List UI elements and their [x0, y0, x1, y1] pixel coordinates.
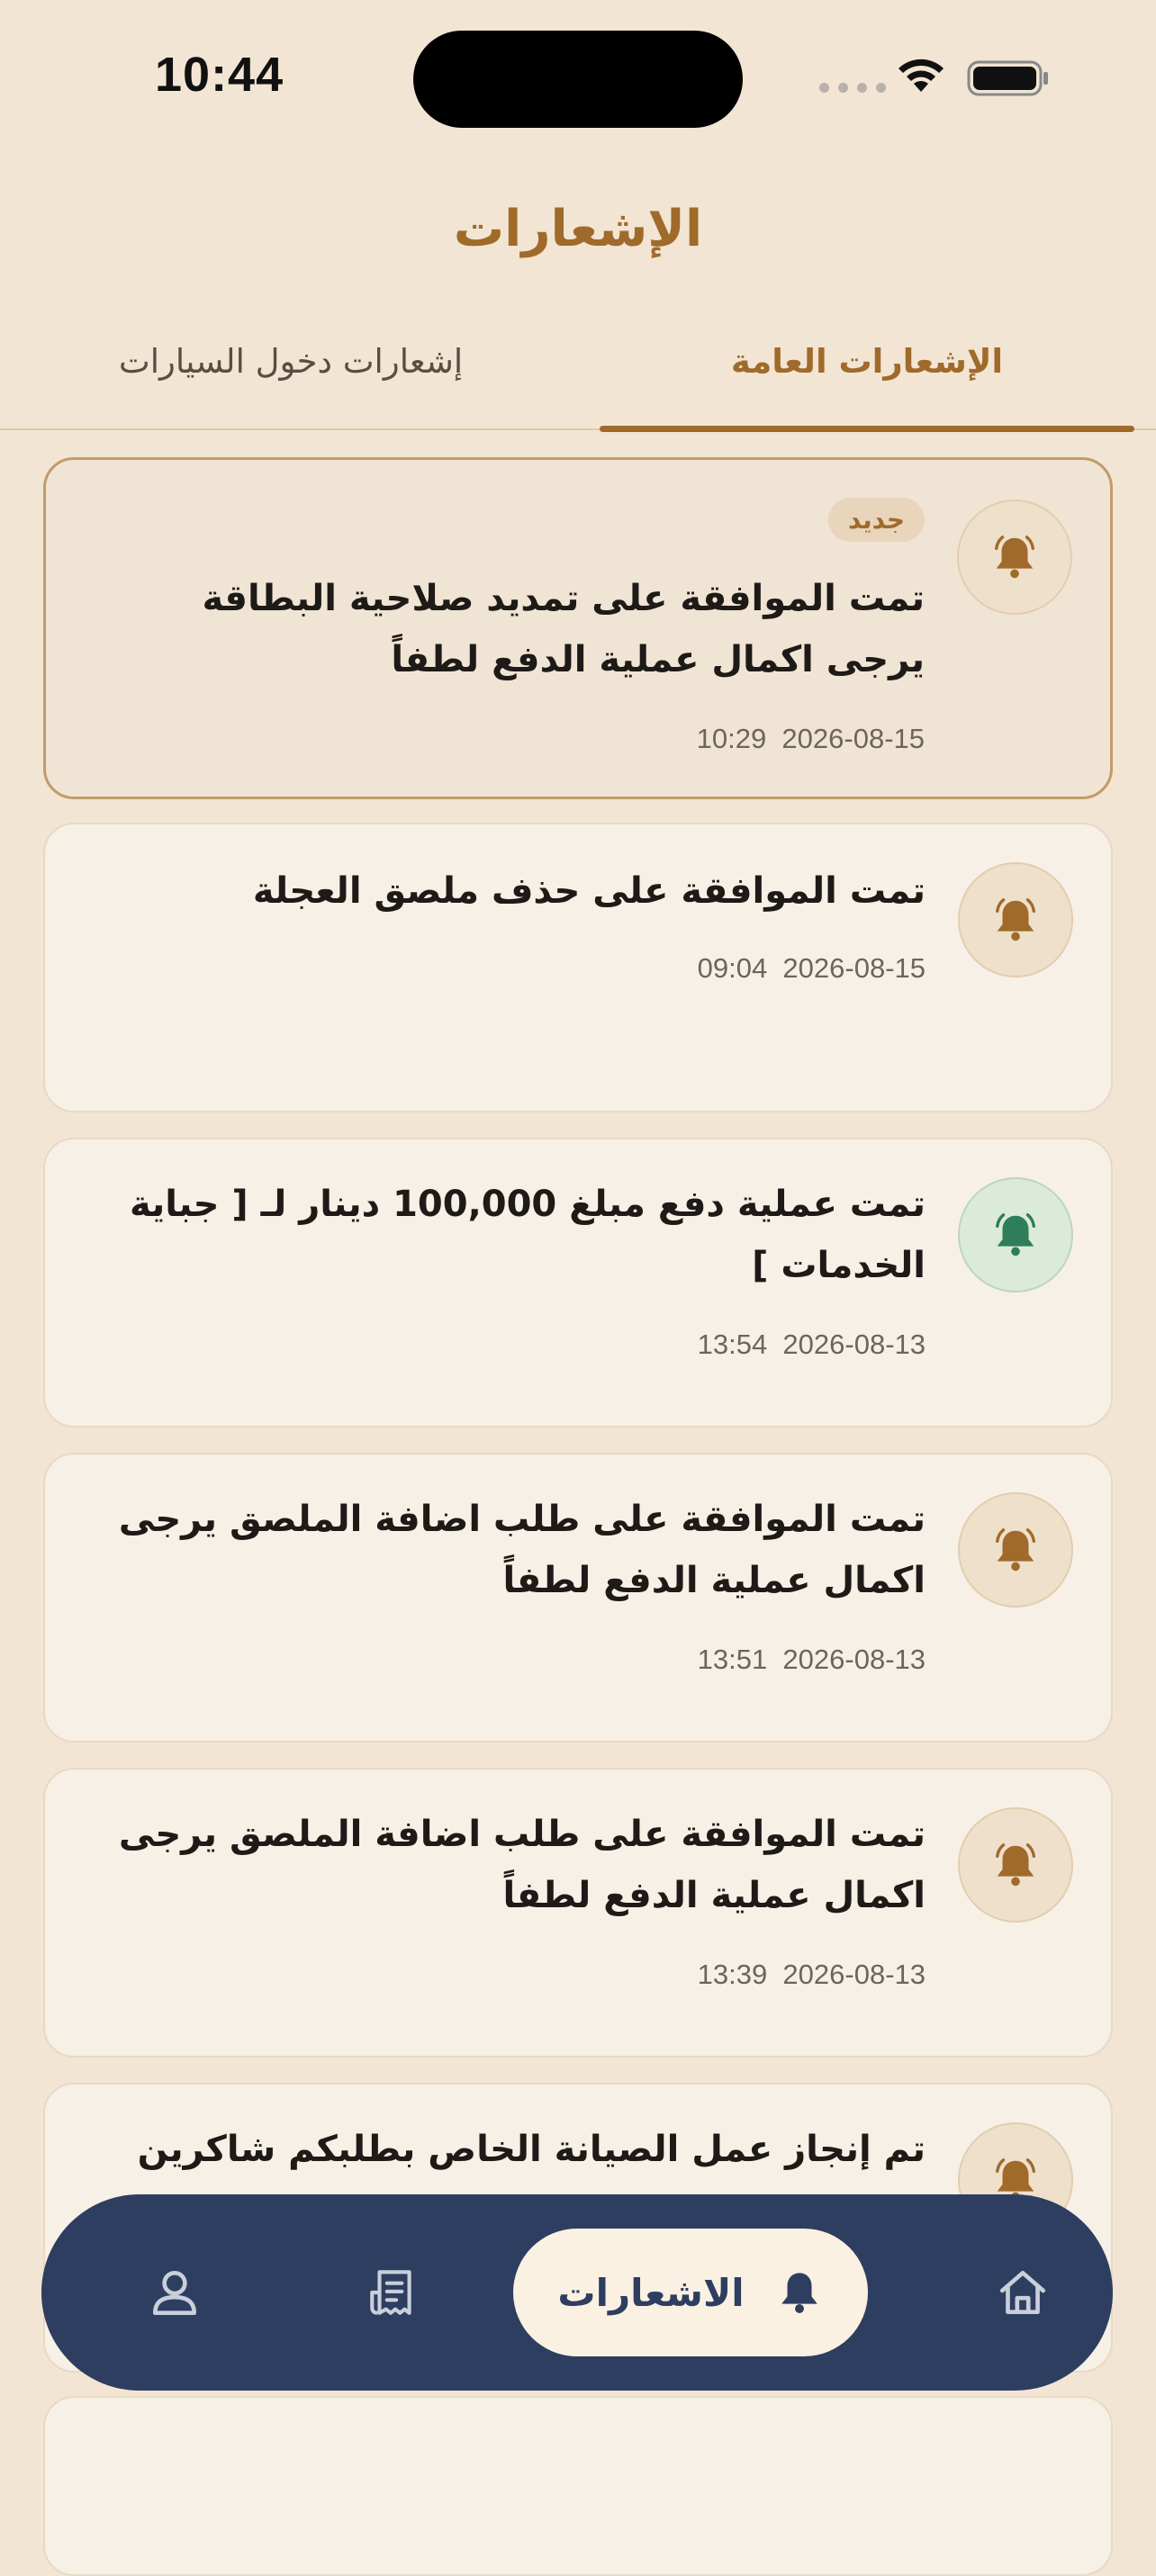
signal-icon: [819, 83, 886, 93]
notification-text: تمت الموافقة على تمديد صلاحية البطاقة ير…: [202, 578, 926, 680]
bell-icon: [958, 1807, 1073, 1923]
bell-icon-green: [958, 1177, 1073, 1293]
notification-timestamp: 09:04 2026-08-15: [698, 952, 926, 985]
tab-vehicle-entry-notifications[interactable]: إشعارات دخول السيارات: [36, 342, 546, 381]
receipt-icon: [370, 2270, 411, 2315]
notification-date: 2026-08-13: [782, 1329, 926, 1360]
notification-text: تمت الموافقة على حذف ملصق العجلة: [252, 870, 926, 912]
notification-text: تمت الموافقة على طلب اضافة الملصق يرجى ا…: [118, 1814, 926, 1916]
bell-icon: [957, 500, 1072, 615]
notification-card[interactable]: جديد تمت الموافقة على تمديد صلاحية البطا…: [43, 457, 1113, 799]
notification-text: تمت الموافقة على طلب اضافة الملصق يرجى ا…: [118, 1499, 926, 1601]
bell-icon: [958, 1492, 1073, 1608]
notification-date: 2026-08-15: [782, 952, 926, 984]
notification-text: تم إنجاز عمل الصيانة الخاص بطلبكم شاكرين: [137, 2129, 926, 2170]
profile-icon: [152, 2270, 197, 2316]
notification-time: 10:29: [696, 723, 767, 754]
active-tab-indicator: [600, 426, 1134, 432]
new-badge: جديد: [827, 498, 925, 542]
notification-time: 13:51: [697, 1644, 768, 1675]
notification-card[interactable]: تمت الموافقة على طلب اضافة الملصق يرجى ا…: [43, 1768, 1113, 2058]
battery-icon: [967, 60, 1048, 96]
notification-card[interactable]: [43, 2396, 1113, 2576]
bottom-nav: الاشعارات: [41, 2194, 1113, 2391]
nav-notifications[interactable]: الاشعارات: [513, 2229, 868, 2356]
tab-bar: الإشعارات العامة إشعارات دخول السيارات: [0, 324, 1156, 432]
notification-time: 09:04: [697, 952, 768, 984]
notification-time: 13:39: [697, 1959, 768, 1990]
notification-card[interactable]: تمت الموافقة على طلب اضافة الملصق يرجى ا…: [43, 1453, 1113, 1743]
notification-timestamp: 10:29 2026-08-15: [697, 723, 925, 755]
notification-date: 2026-08-15: [781, 723, 925, 754]
status-bar: 10:44: [0, 0, 1156, 153]
notification-card[interactable]: تمت الموافقة على حذف ملصق العجلة 09:04 2…: [43, 823, 1113, 1112]
nav-profile[interactable]: [94, 2194, 256, 2391]
nav-notifications-label: الاشعارات: [557, 2270, 745, 2315]
notification-timestamp: 13:39 2026-08-13: [698, 1959, 926, 1991]
bell-icon: [958, 862, 1073, 977]
status-time: 10:44: [155, 48, 284, 102]
home-icon: [999, 2270, 1046, 2315]
notification-date: 2026-08-13: [782, 1959, 926, 1990]
notification-timestamp: 13:51 2026-08-13: [698, 1644, 926, 1676]
notification-timestamp: 13:54 2026-08-13: [698, 1329, 926, 1361]
nav-receipts[interactable]: [312, 2194, 474, 2391]
wifi-icon: [899, 59, 944, 92]
notification-time: 13:54: [697, 1329, 768, 1360]
dynamic-island: [413, 31, 743, 128]
notification-text: تمت عملية دفع مبلغ 100,000 دينار لـ [ جب…: [130, 1184, 926, 1286]
bell-icon: [781, 2273, 817, 2313]
notification-date: 2026-08-13: [782, 1644, 926, 1675]
tab-general-notifications[interactable]: الإشعارات العامة: [600, 342, 1134, 381]
page-title: الإشعارات: [453, 200, 703, 258]
nav-home[interactable]: [942, 2194, 1104, 2391]
notification-card[interactable]: تمت عملية دفع مبلغ 100,000 دينار لـ [ جب…: [43, 1138, 1113, 1428]
